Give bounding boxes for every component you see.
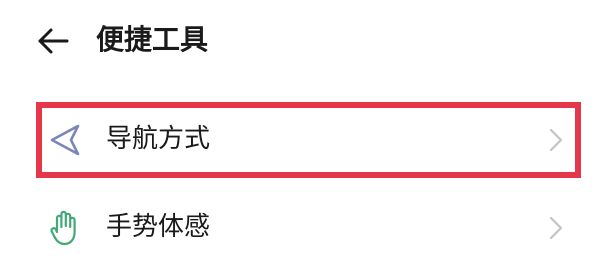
list-item-gesture-motion[interactable]: 手势体感: [36, 190, 581, 266]
chevron-right-icon: [549, 216, 563, 240]
hand-gesture-icon: [50, 210, 76, 246]
page-title: 便捷工具: [96, 23, 209, 56]
back-arrow-icon[interactable]: [36, 27, 70, 55]
list-item-label: 手势体感: [106, 212, 211, 242]
list-item-navigation-mode[interactable]: 导航方式: [36, 102, 581, 178]
navigation-triangle-icon: [50, 124, 80, 156]
chevron-right-icon: [549, 128, 563, 152]
header: 便捷工具: [0, 0, 600, 82]
list-item-label: 导航方式: [106, 124, 211, 154]
settings-page: 便捷工具 导航方式 手势体感: [0, 0, 600, 270]
